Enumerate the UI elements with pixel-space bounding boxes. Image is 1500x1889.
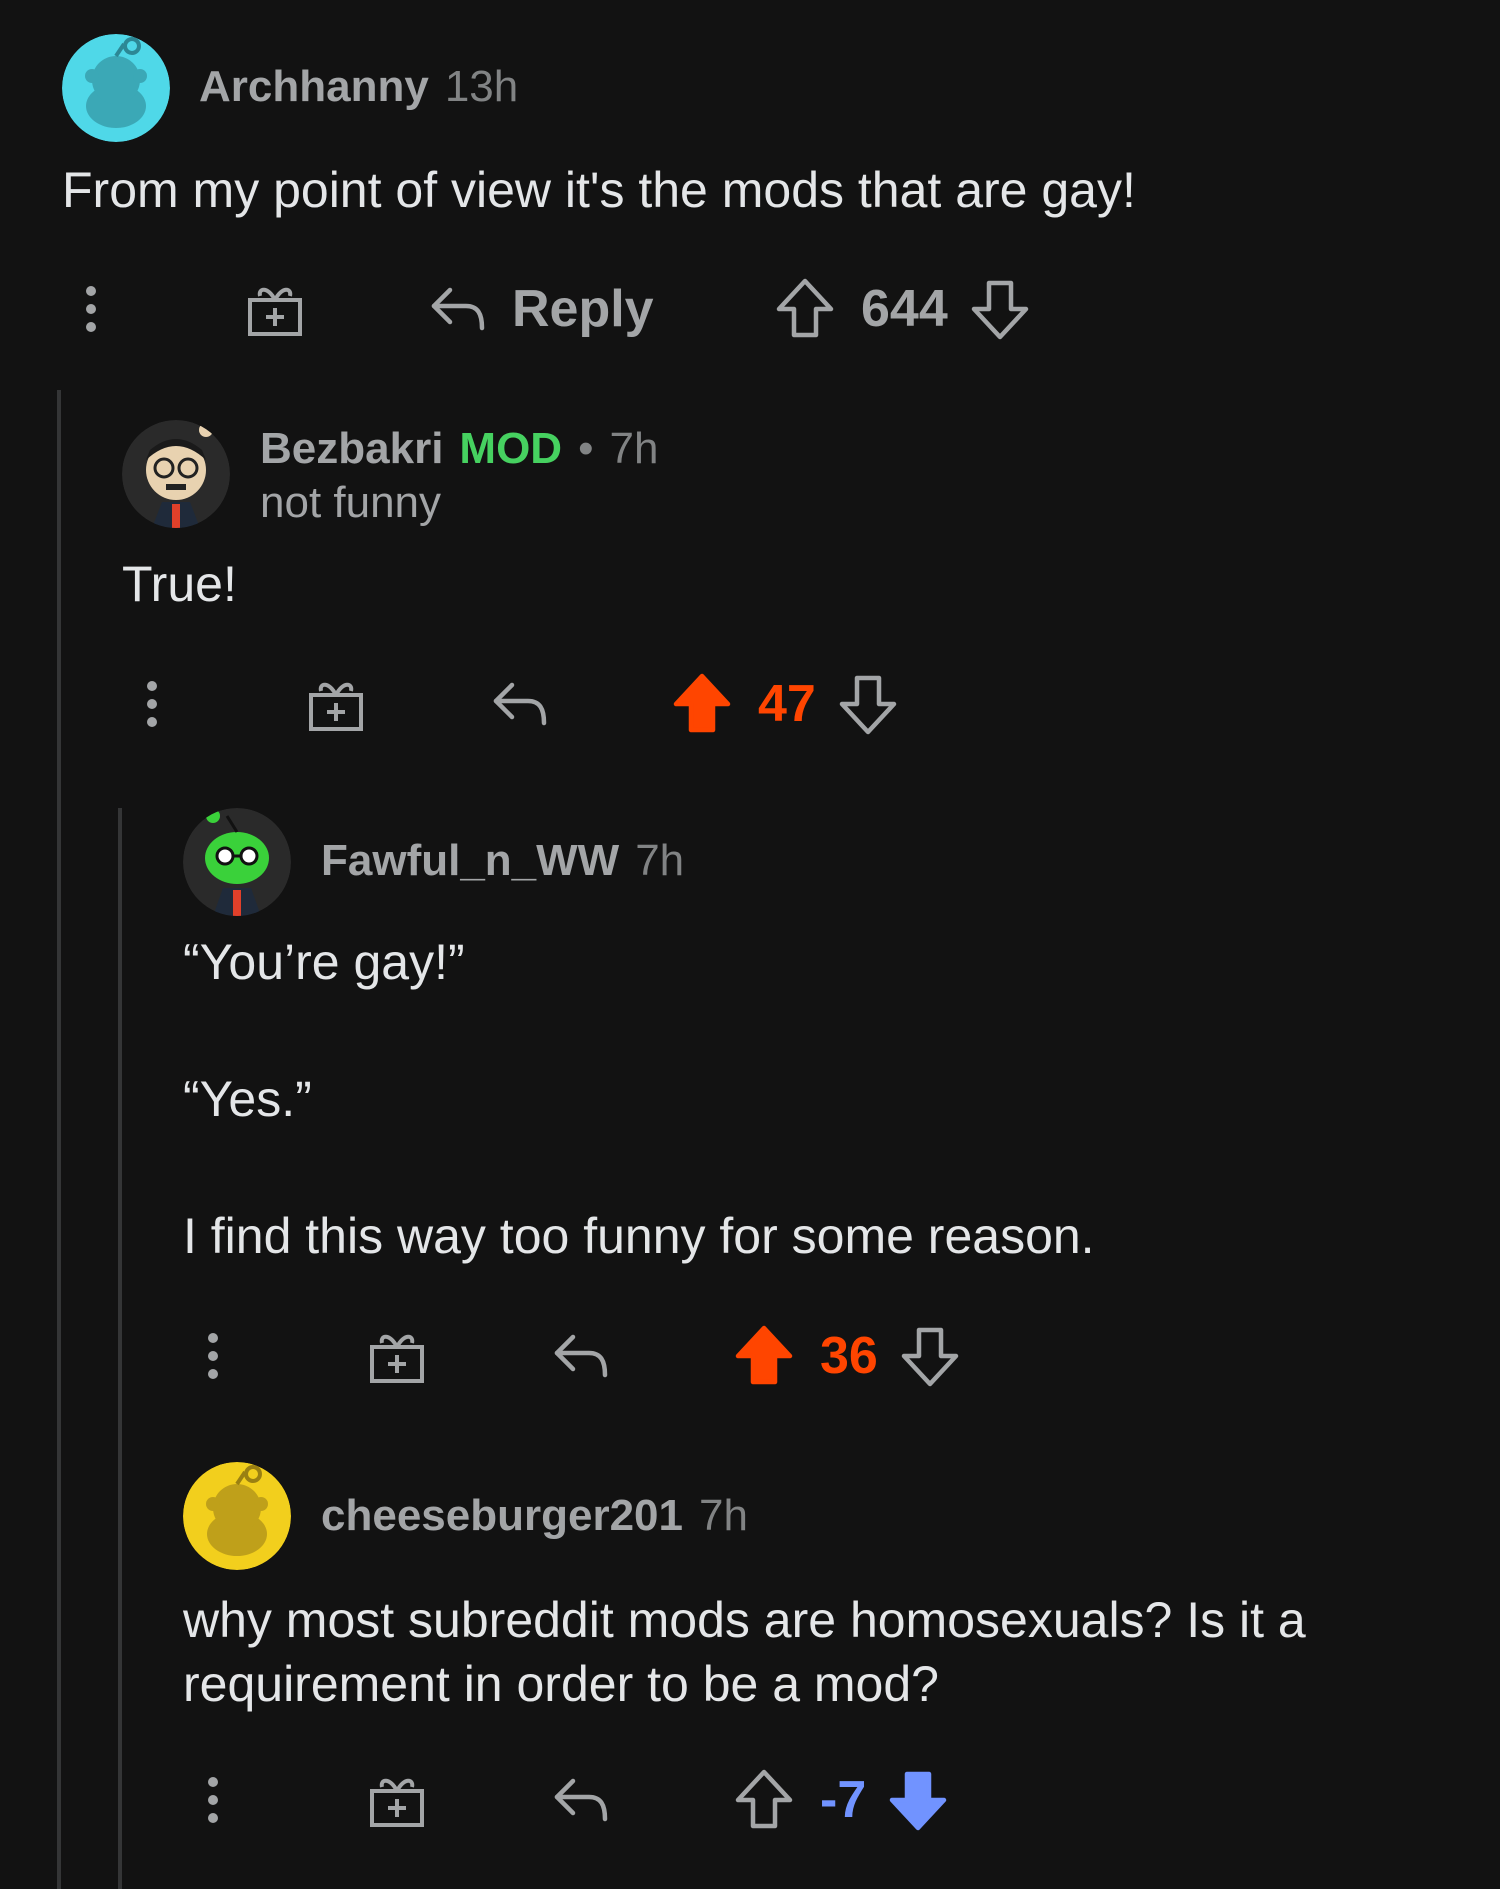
give-award-button[interactable] xyxy=(305,669,367,739)
comment-paragraph-1: “You’re gay!” xyxy=(183,934,465,990)
reply-arrow-icon xyxy=(493,682,547,726)
comment-body: “You’re gay!” “Yes.” I find this way too… xyxy=(183,930,1463,1268)
score: 47 xyxy=(758,675,816,733)
more-vertical-icon xyxy=(208,1777,218,1823)
gift-icon xyxy=(370,1334,424,1383)
timestamp: 13h xyxy=(444,62,519,111)
reply-arrow-icon xyxy=(554,1334,608,1378)
username[interactable]: Archhanny xyxy=(199,62,429,112)
gift-icon xyxy=(370,1778,424,1827)
reply-button[interactable] xyxy=(490,669,550,739)
user-flair: not funny xyxy=(260,478,442,527)
comment-meta: Fawful_n_WW 7h xyxy=(321,836,684,886)
vote-controls: -7 xyxy=(734,1765,948,1835)
custom-avatar-green-icon[interactable] xyxy=(183,808,291,916)
reply-button[interactable]: Reply xyxy=(428,274,654,344)
more-options-button[interactable] xyxy=(198,1321,228,1391)
comment-meta: Bezbakri MOD • 7h xyxy=(260,424,658,474)
more-options-button[interactable] xyxy=(198,1765,228,1835)
comment-actions: Reply 644 xyxy=(0,274,1100,344)
comment-body: From my point of view it's the mods that… xyxy=(62,158,1442,222)
reply-arrow-icon xyxy=(554,1778,608,1822)
reply-arrow-icon xyxy=(431,287,485,331)
more-vertical-icon xyxy=(208,1333,218,1379)
upvote-icon[interactable] xyxy=(775,277,835,341)
mod-badge: MOD xyxy=(459,424,563,473)
vote-controls: 36 xyxy=(734,1321,960,1391)
comment-actions: -7 xyxy=(0,1765,1100,1835)
comment-meta: cheeseburger201 7h xyxy=(321,1491,748,1541)
comment-meta: Archhanny 13h xyxy=(199,62,518,112)
downvote-icon[interactable] xyxy=(970,277,1030,341)
upvote-filled-icon[interactable] xyxy=(672,672,732,736)
reply-button[interactable] xyxy=(551,1321,611,1391)
more-options-button[interactable] xyxy=(137,669,167,739)
username[interactable]: cheeseburger201 xyxy=(321,1491,683,1541)
meta-separator: • xyxy=(578,424,594,473)
upvote-icon[interactable] xyxy=(734,1768,794,1832)
comment-paragraph-2: “Yes.” xyxy=(183,1071,312,1127)
comment-text: True! xyxy=(122,556,237,612)
snoo-avatar-yellow-icon[interactable] xyxy=(183,1462,291,1570)
reply-button[interactable] xyxy=(551,1765,611,1835)
comment-text: From my point of view it's the mods that… xyxy=(62,162,1136,218)
username[interactable]: Bezbakri xyxy=(260,424,443,474)
custom-avatar-glasses-icon[interactable] xyxy=(122,420,230,528)
score: 36 xyxy=(820,1327,878,1385)
comment-actions: 47 xyxy=(0,669,1100,739)
username[interactable]: Fawful_n_WW xyxy=(321,836,619,886)
downvote-icon[interactable] xyxy=(838,672,898,736)
comment-body: why most subreddit mods are homosexuals?… xyxy=(183,1588,1443,1716)
score: -7 xyxy=(820,1771,867,1829)
reply-label: Reply xyxy=(512,280,654,338)
vote-controls: 644 xyxy=(775,274,1030,344)
timestamp: 7h xyxy=(635,836,685,885)
upvote-filled-icon[interactable] xyxy=(734,1324,794,1388)
more-vertical-icon xyxy=(147,681,157,727)
thread-line-level-1[interactable] xyxy=(57,390,61,1889)
comment-paragraph-3: I find this way too funny for some reaso… xyxy=(183,1208,1095,1264)
comment-body: True! xyxy=(122,552,1422,616)
comment-text: why most subreddit mods are homosexuals?… xyxy=(183,1592,1306,1712)
gift-icon xyxy=(248,287,302,336)
give-award-button[interactable] xyxy=(366,1765,428,1835)
comment-actions: 36 xyxy=(0,1321,1100,1391)
score: 644 xyxy=(861,280,948,338)
snoo-avatar-cyan-icon[interactable] xyxy=(62,34,170,142)
vote-controls: 47 xyxy=(672,669,898,739)
timestamp: 7h xyxy=(609,424,659,473)
more-vertical-icon xyxy=(86,286,96,332)
more-options-button[interactable] xyxy=(76,274,106,344)
give-award-button[interactable] xyxy=(244,274,306,344)
give-award-button[interactable] xyxy=(366,1321,428,1391)
downvote-filled-icon[interactable] xyxy=(888,1768,948,1832)
timestamp: 7h xyxy=(699,1491,748,1540)
gift-icon xyxy=(309,682,363,731)
downvote-icon[interactable] xyxy=(900,1324,960,1388)
